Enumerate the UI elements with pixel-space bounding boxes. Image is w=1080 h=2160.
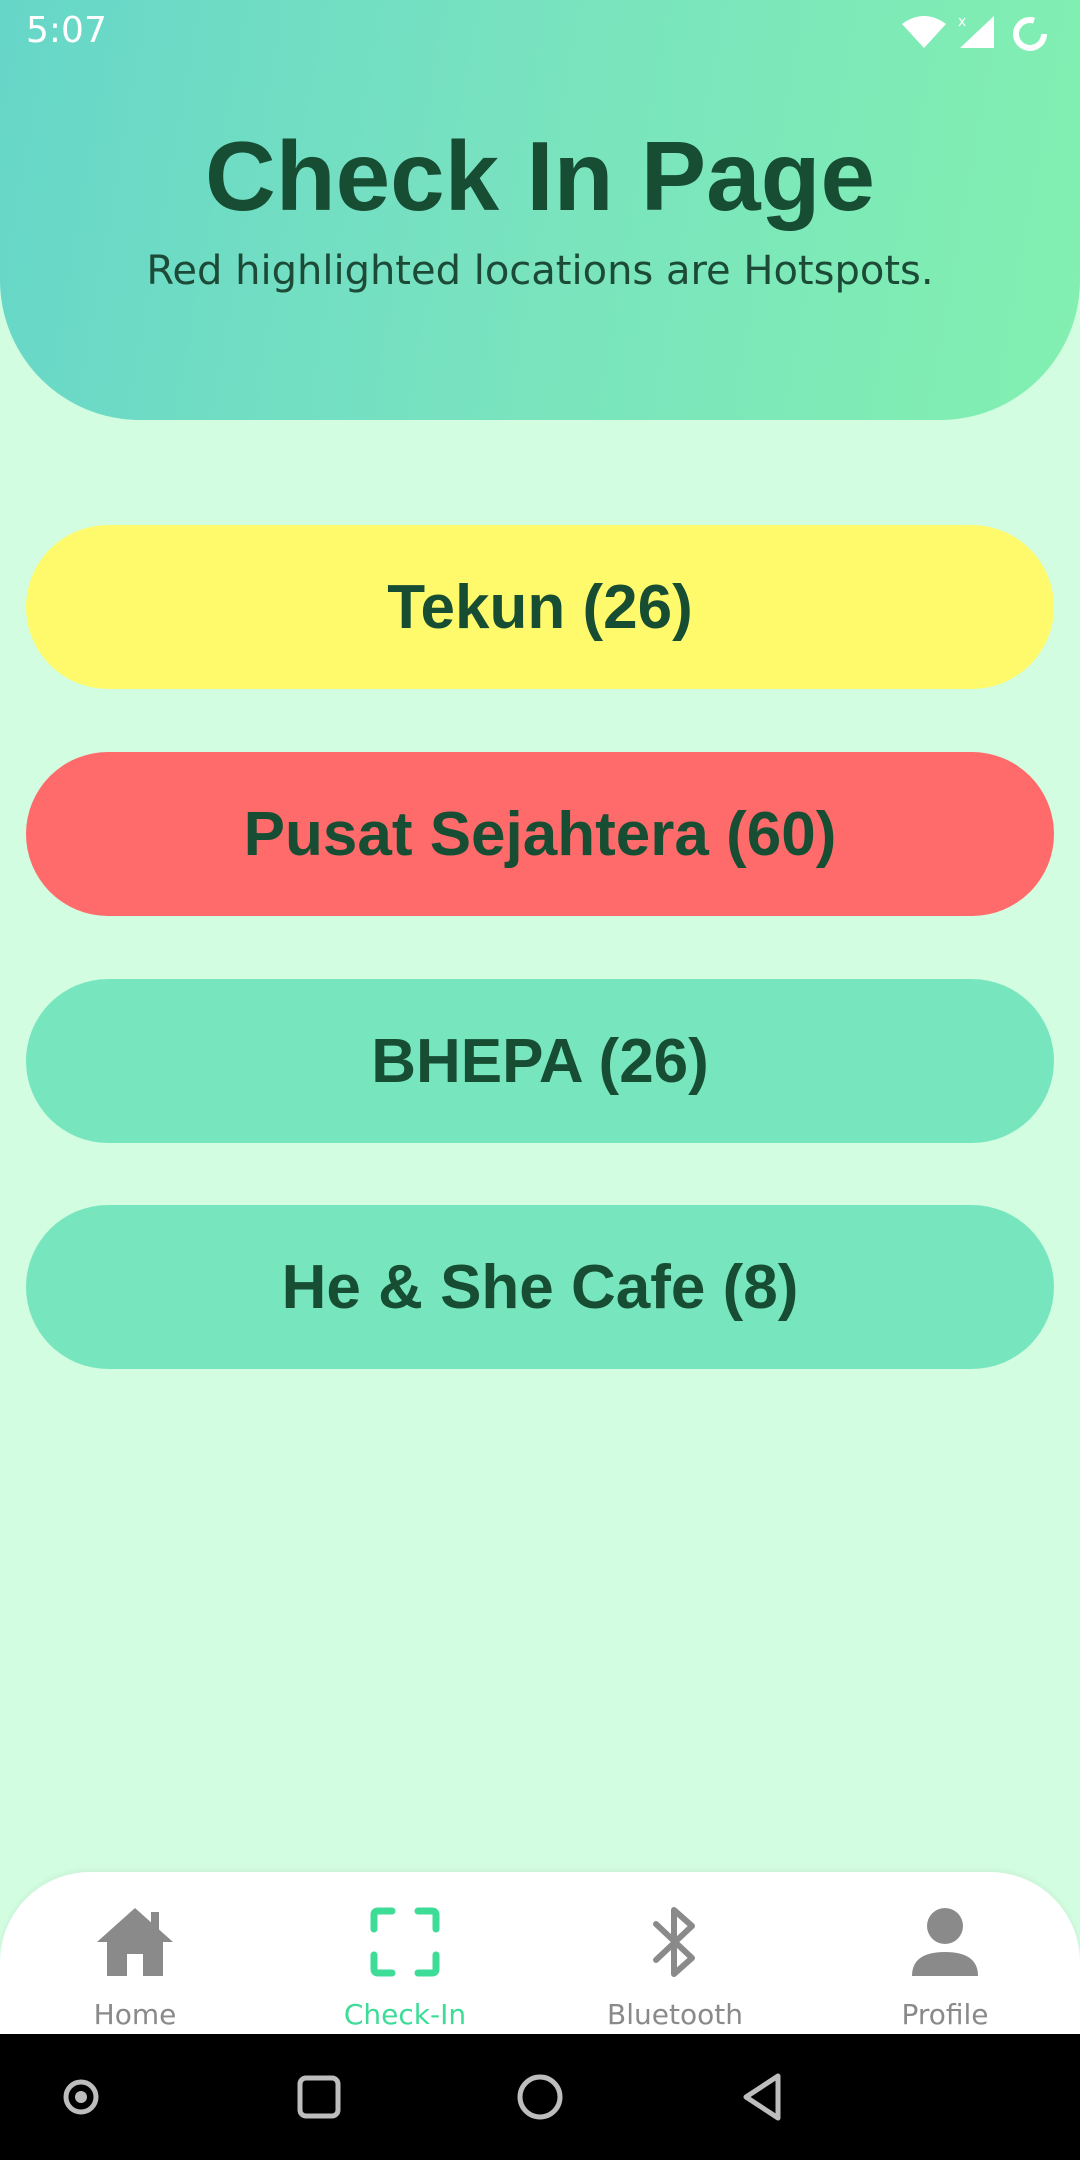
wifi-icon [902,16,946,48]
location-label: BHEPA (26) [371,1026,709,1096]
nav-home-label: Home [93,1998,177,2031]
nav-profile[interactable]: Profile [810,1872,1080,2034]
scan-frame-icon [370,1907,440,1977]
nav-home[interactable]: Home [0,1872,270,2034]
signal-icon: x [958,14,994,48]
recents-icon[interactable] [284,2062,354,2132]
nav-check-in[interactable]: Check-In [270,1872,540,2034]
nav-bluetooth[interactable]: Bluetooth [540,1872,810,2034]
battery-saver-icon [1013,17,1047,51]
status-bar: 5:07 x [0,0,1080,62]
location-label: Tekun (26) [387,572,693,642]
back-icon[interactable] [728,2062,798,2132]
svg-text:x: x [958,14,966,30]
dot-icon[interactable] [46,2062,116,2132]
location-button-bhepa[interactable]: BHEPA (26) [26,979,1054,1143]
nav-bluetooth-label: Bluetooth [607,1998,743,2031]
location-button-tekun[interactable]: Tekun (26) [26,525,1054,689]
nav-profile-label: Profile [901,1998,989,2031]
nav-check-in-label: Check-In [343,1998,467,2031]
location-button-he-she-cafe[interactable]: He & She Cafe (8) [26,1205,1054,1369]
home-circle-icon[interactable] [505,2062,575,2132]
person-icon [912,1908,978,1976]
home-icon [97,1908,173,1976]
location-label: Pusat Sejahtera (60) [243,799,837,869]
page-title: Check In Page [205,121,875,231]
bluetooth-icon [653,1907,695,1977]
bottom-nav: Home Check-In Bluetooth Profile [0,1872,1080,2034]
page-subtitle: Red highlighted locations are Hotspots. [146,248,934,294]
system-nav-bar [0,2034,1080,2160]
header-banner: 5:07 x Check In Page Red highlighted loc… [0,0,1080,420]
location-label: He & She Cafe (8) [281,1252,799,1322]
status-time: 5:07 [26,10,107,51]
location-button-pusat-sejahtera[interactable]: Pusat Sejahtera (60) [26,752,1054,916]
